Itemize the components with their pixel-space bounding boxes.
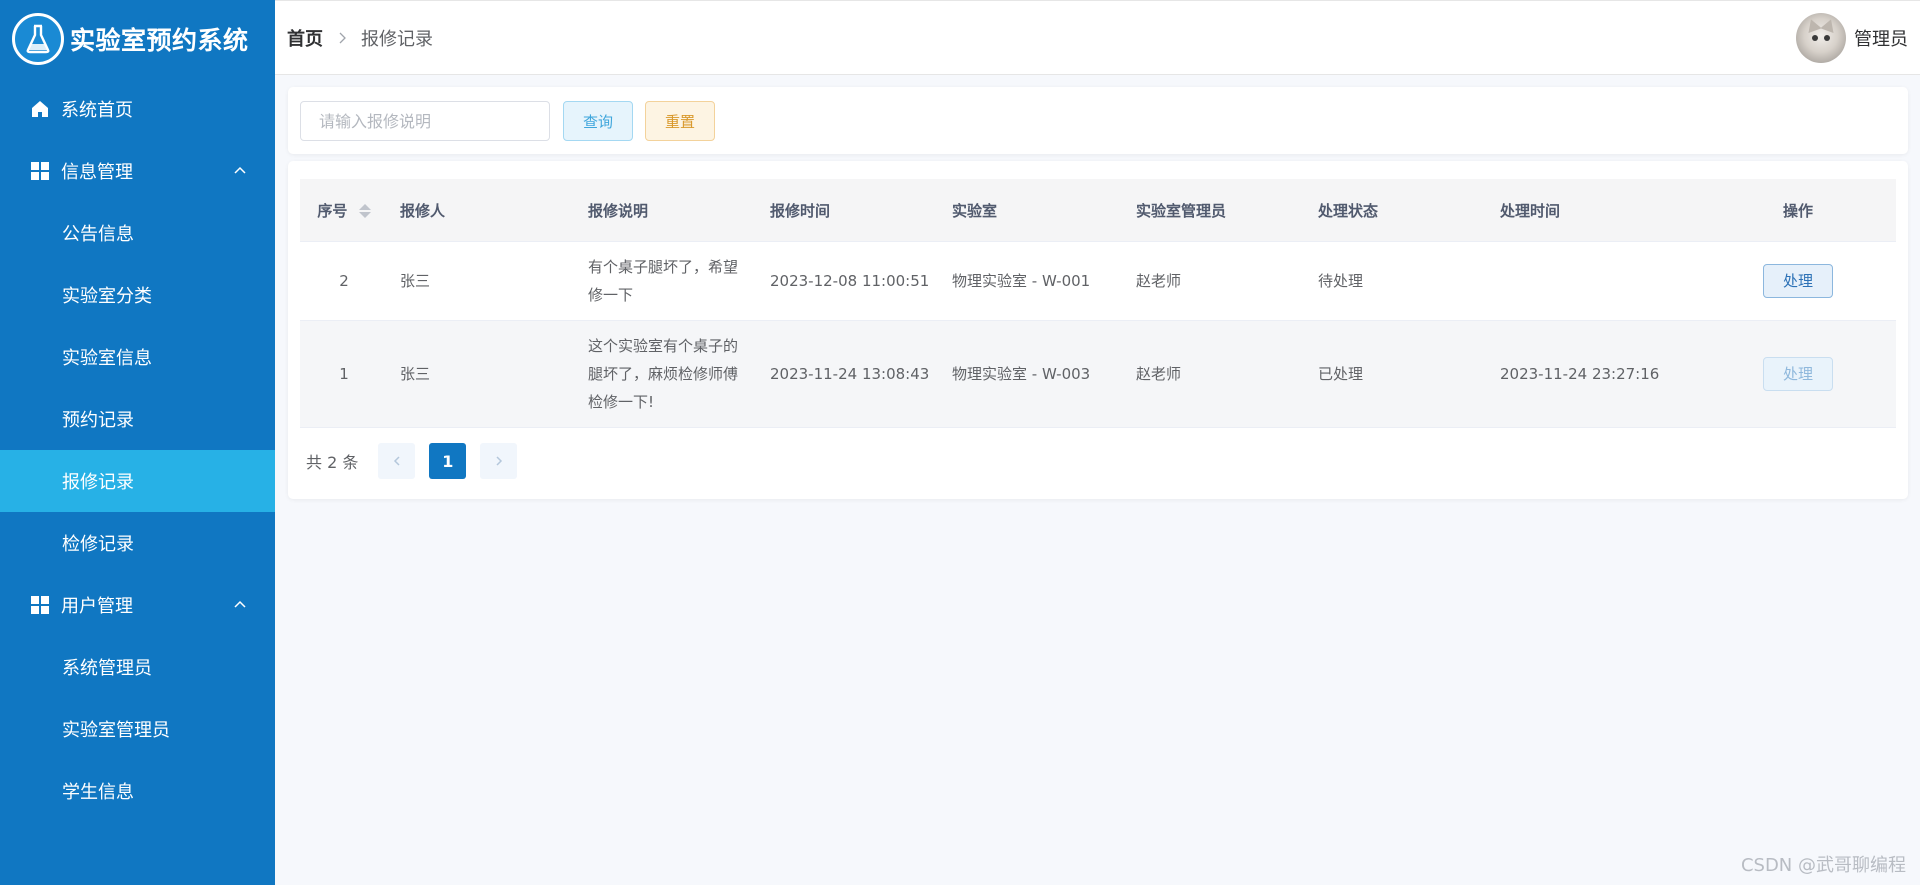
cell-actions: 处理 [1700, 264, 1896, 298]
total-count: 共 2 条 [306, 453, 359, 472]
column-header-lab: 实验室 [952, 201, 998, 220]
column-header-status: 处理状态 [1318, 201, 1379, 220]
user-menu[interactable]: 管理员 [1796, 13, 1908, 63]
flask-icon [12, 13, 64, 65]
search-panel: 查询 重置 [288, 87, 1908, 154]
handle-button[interactable]: 处理 [1763, 357, 1833, 391]
sidebar-item-system-admins[interactable]: 系统管理员 [0, 636, 275, 698]
column-header-actions: 操作 [1782, 201, 1813, 220]
chevron-left-icon [393, 456, 400, 466]
sidebar: 实验室预约系统 系统首页 信息管理 公告信息 实验室分类 实验室信息 预约记录 … [0, 0, 275, 885]
watermark: CSDN @武哥聊编程 [1740, 855, 1906, 876]
sidebar-item-label: 公告信息 [62, 224, 134, 245]
sidebar-item-lab-categories[interactable]: 实验室分类 [0, 264, 275, 326]
table-row: 2 张三 有个桌子腿坏了，希望 修一下 2023-12-08 11:00:51 … [300, 242, 1896, 321]
sidebar-item-label: 系统管理员 [62, 658, 152, 679]
cell-lab: 物理实验室 - W-001 [952, 272, 1091, 290]
chevron-right-icon [496, 456, 502, 466]
app-logo: 实验室预约系统 [0, 0, 275, 78]
breadcrumb-current: 报修记录 [361, 28, 433, 50]
breadcrumb-home[interactable]: 首页 [287, 25, 323, 51]
sidebar-item-label: 用户管理 [61, 596, 133, 617]
user-name[interactable]: 管理员 [1854, 25, 1908, 51]
cell-reporter: 张三 [400, 365, 431, 383]
sidebar-item-label: 实验室分类 [62, 286, 152, 307]
sidebar-item-announcements[interactable]: 公告信息 [0, 202, 275, 264]
cell-report-time: 2023-12-08 11:00:51 [770, 272, 930, 290]
cell-lab-admin: 赵老师 [1136, 365, 1182, 383]
sidebar-item-students[interactable]: 学生信息 [0, 760, 275, 822]
page-button-current[interactable]: 1 [429, 443, 467, 479]
sidebar-item-home[interactable]: 系统首页 [0, 78, 275, 140]
cell-actions: 处理 [1700, 357, 1896, 391]
table-header: 序号 报修人 报修说明 报修时间 实验室 实验室管理员 处理状态 处理时间 操作 [300, 179, 1896, 242]
chevron-right-icon [335, 31, 349, 45]
cell-status: 待处理 [1318, 272, 1364, 290]
pagination: 共 2 条 1 [306, 443, 531, 479]
table-row: 1 张三 这个实验室有个桌子的 腿坏了，麻烦检修师傅 检修一下! 2023-11… [300, 321, 1896, 428]
column-header-report-time: 报修时间 [770, 201, 831, 220]
cell-status: 已处理 [1318, 365, 1364, 383]
home-icon [31, 100, 49, 118]
repair-table: 序号 报修人 报修说明 报修时间 实验室 实验室管理员 处理状态 处理时间 操作… [300, 179, 1896, 428]
column-header-handle-time: 处理时间 [1500, 201, 1561, 220]
chevron-up-icon [233, 596, 247, 617]
column-header-reporter: 报修人 [400, 201, 446, 220]
chevron-up-icon [233, 162, 247, 183]
sidebar-group-info-management[interactable]: 信息管理 [0, 140, 275, 202]
sidebar-item-lab-info[interactable]: 实验室信息 [0, 326, 275, 388]
handle-button[interactable]: 处理 [1763, 264, 1833, 298]
sort-icon[interactable] [358, 204, 371, 218]
sidebar-item-reservations[interactable]: 预约记录 [0, 388, 275, 450]
sidebar-item-label: 信息管理 [61, 162, 133, 183]
avatar[interactable] [1796, 13, 1846, 63]
column-header-lab-admin: 实验室管理员 [1136, 201, 1227, 220]
prev-page-button[interactable] [378, 443, 416, 479]
sidebar-item-label: 报修记录 [62, 472, 134, 493]
cell-handle-time: 2023-11-24 23:27:16 [1500, 365, 1660, 383]
sidebar-group-user-management[interactable]: 用户管理 [0, 574, 275, 636]
reset-button[interactable]: 重置 [645, 101, 715, 141]
app-title: 实验室预约系统 [70, 26, 249, 55]
next-page-button[interactable] [480, 443, 518, 479]
cell-report-time: 2023-11-24 13:08:43 [770, 365, 930, 383]
sidebar-item-label: 预约记录 [62, 410, 134, 431]
sidebar-item-label: 实验室管理员 [62, 720, 170, 741]
cell-lab-admin: 赵老师 [1136, 272, 1182, 290]
sidebar-item-maintenance-records[interactable]: 检修记录 [0, 512, 275, 574]
sidebar-item-label: 检修记录 [62, 534, 134, 555]
sidebar-item-label: 学生信息 [62, 782, 134, 803]
grid-icon [31, 162, 49, 180]
search-input[interactable] [300, 101, 550, 141]
sidebar-item-lab-admins[interactable]: 实验室管理员 [0, 698, 275, 760]
cell-description: 这个实验室有个桌子的 腿坏了，麻烦检修师傅 检修一下! [588, 337, 739, 411]
cell-reporter: 张三 [400, 272, 431, 290]
cell-lab: 物理实验室 - W-003 [952, 365, 1091, 383]
sidebar-item-repair-records[interactable]: 报修记录 [0, 450, 275, 512]
cell-id: 2 [339, 272, 349, 290]
top-header: 首页 报修记录 管理员 [275, 0, 1920, 75]
query-button[interactable]: 查询 [563, 101, 633, 141]
cell-id: 1 [339, 365, 349, 383]
sidebar-item-label: 系统首页 [61, 100, 133, 121]
table-panel: 序号 报修人 报修说明 报修时间 实验室 实验室管理员 处理状态 处理时间 操作… [288, 161, 1908, 499]
column-header-description: 报修说明 [588, 201, 649, 220]
cell-description: 有个桌子腿坏了，希望 修一下 [588, 258, 739, 304]
sidebar-item-label: 实验室信息 [62, 348, 152, 369]
column-header-id[interactable]: 序号 [300, 200, 388, 221]
grid-icon [31, 596, 49, 614]
